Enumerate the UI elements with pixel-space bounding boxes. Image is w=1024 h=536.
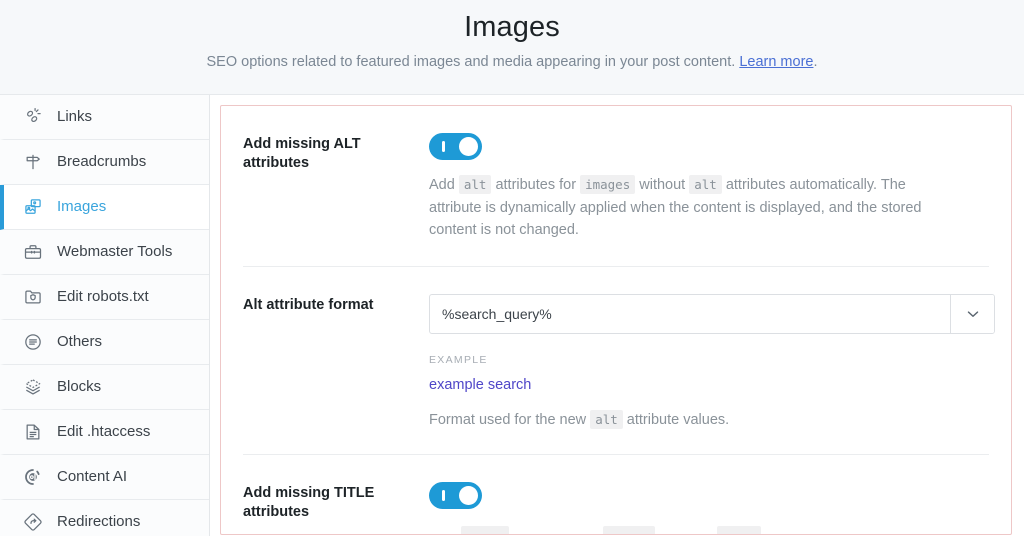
setting-control: %search_query% EXAMPLE example search Fo… — [429, 293, 995, 430]
settings-main: Add missing ALT attributes Add alt attri… — [210, 95, 1024, 536]
page-subtitle: SEO options related to featured images a… — [0, 51, 1024, 73]
setting-label: Add missing TITLE attributes — [243, 484, 375, 520]
setting-add-missing-title: Add missing TITLE attributes — [243, 453, 989, 534]
code-chip-placeholder — [717, 525, 761, 534]
sidebar-item-label: Others — [57, 333, 103, 350]
robots-folder-icon — [22, 286, 44, 308]
sidebar-item-edit-robots-txt[interactable]: Edit robots.txt — [0, 275, 209, 320]
sidebar-item-redirections[interactable]: Redirections — [0, 500, 209, 536]
toggle-bar — [442, 141, 445, 152]
sidebar-item-label: Webmaster Tools — [57, 243, 173, 260]
toggle-knob — [459, 137, 478, 156]
sidebar-item-others[interactable]: Others — [0, 320, 209, 365]
help-part: without — [635, 177, 690, 193]
sidebar-item-label: Breadcrumbs — [57, 153, 147, 170]
example-label: EXAMPLE — [429, 353, 488, 366]
code-chip-alt-2: alt — [689, 175, 722, 194]
setting-control — [429, 481, 989, 534]
example-value: example search — [429, 376, 532, 393]
images-settings-card: Add missing ALT attributes Add alt attri… — [220, 105, 1012, 535]
list-circle-icon — [22, 331, 44, 353]
sidebar-item-label: Blocks — [57, 378, 102, 395]
document-lines-icon — [22, 421, 44, 443]
alt-format-note: Format used for the new alt attribute va… — [429, 409, 989, 430]
page-header: Images SEO options related to featured i… — [0, 0, 1024, 95]
page-subtitle-period: . — [813, 54, 818, 70]
sidebar-item-label: Content AI — [57, 468, 128, 485]
sidebar-item-blocks[interactable]: Blocks — [0, 365, 209, 410]
note-part: attribute values. — [622, 411, 730, 428]
toggle-bar — [442, 489, 445, 501]
learn-more-link[interactable]: Learn more — [739, 54, 813, 70]
note-part: Format used for the new — [429, 411, 591, 428]
sidebar-item-images[interactable]: Images — [0, 185, 209, 230]
page-title: Images — [464, 11, 560, 43]
alt-format-value[interactable]: %search_query% — [430, 295, 950, 333]
help-part: Add — [429, 177, 459, 193]
sidebar-item-content-ai[interactable]: Content AI — [0, 455, 209, 500]
sidebar-item-links[interactable]: Links — [0, 95, 209, 140]
images-icon — [22, 196, 44, 218]
sidebar-item-label: Edit .htaccess — [57, 423, 151, 440]
code-chip-placeholder — [603, 525, 655, 534]
code-chip-alt: alt — [458, 175, 492, 194]
setting-alt-attribute-format: Alt attribute format %search_query% EXAM… — [243, 265, 995, 454]
setting-label: Add missing ALT attributes — [243, 136, 361, 171]
content-ai-icon — [22, 466, 44, 488]
alt-format-select[interactable]: %search_query% — [429, 293, 995, 334]
sidebar-item-edit-htaccess[interactable]: Edit .htaccess — [0, 410, 209, 455]
setting-control: Add alt attributes for images without al… — [429, 133, 989, 242]
links-icon — [22, 106, 44, 128]
breadcrumbs-signpost-icon — [22, 151, 44, 173]
page-subtitle-text: SEO options related to featured images a… — [206, 54, 740, 70]
code-chip-placeholder — [461, 525, 509, 534]
toggle-knob — [459, 485, 478, 505]
redirections-arrow-icon — [22, 511, 44, 533]
chevron-down-icon[interactable] — [950, 294, 994, 333]
settings-sidebar: Links Breadcrumbs Images Webmaster Tools… — [0, 95, 210, 536]
setting-add-missing-alt: Add missing ALT attributes Add alt attri… — [243, 106, 989, 266]
toolbox-icon — [22, 241, 44, 263]
blocks-layers-icon — [22, 376, 44, 398]
add-missing-alt-toggle[interactable] — [429, 133, 482, 160]
sidebar-item-label: Links — [57, 108, 93, 125]
setting-label: Alt attribute format — [243, 296, 374, 313]
sidebar-item-label: Edit robots.txt — [57, 288, 149, 305]
alt-help-text: Add alt attributes for images without al… — [429, 174, 959, 242]
sidebar-item-label: Images — [57, 198, 107, 215]
sidebar-item-label: Redirections — [57, 513, 141, 530]
add-missing-title-toggle[interactable] — [429, 481, 482, 509]
code-chip-alt-3: alt — [590, 409, 623, 429]
page-body: Links Breadcrumbs Images Webmaster Tools… — [0, 95, 1024, 536]
help-part: attributes for — [491, 177, 581, 193]
sidebar-item-breadcrumbs[interactable]: Breadcrumbs — [0, 140, 209, 185]
sidebar-item-webmaster-tools[interactable]: Webmaster Tools — [0, 230, 209, 275]
code-chip-images: images — [580, 175, 636, 194]
title-help-text-clipped — [429, 525, 989, 534]
